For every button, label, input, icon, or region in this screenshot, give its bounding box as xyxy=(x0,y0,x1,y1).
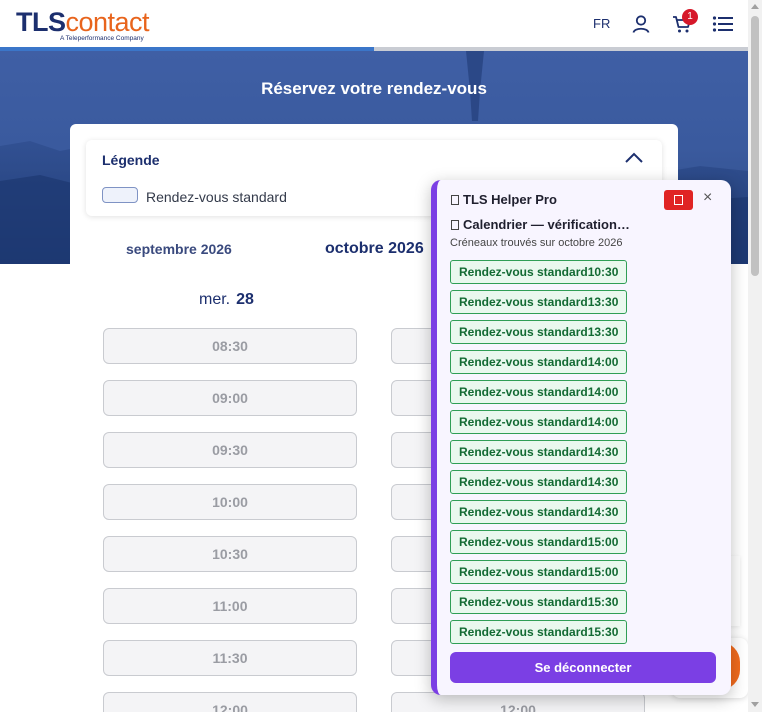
menu-list-icon[interactable] xyxy=(711,12,735,36)
found-slot[interactable]: Rendez-vous standard14:00 xyxy=(450,350,628,374)
found-slot[interactable]: Rendez-vous standard15:00 xyxy=(450,560,628,584)
day-name: mer. xyxy=(199,291,231,308)
placeholder-glyph-icon xyxy=(451,195,459,205)
time-slot[interactable]: 08:30 xyxy=(103,328,357,364)
found-slot[interactable]: Rendez-vous standard14:30 xyxy=(450,440,628,464)
legend-title: Légende xyxy=(102,152,160,168)
close-icon[interactable]: × xyxy=(703,189,712,207)
found-slot[interactable]: Rendez-vous standard15:00 xyxy=(450,530,628,554)
stop-button[interactable] xyxy=(664,190,693,210)
page-scrollbar[interactable] xyxy=(748,0,762,712)
placeholder-glyph-icon xyxy=(451,220,459,230)
found-slot[interactable]: Rendez-vous standard13:30 xyxy=(450,320,628,344)
found-slot[interactable]: Rendez-vous standard10:30 xyxy=(450,260,628,284)
time-slot[interactable]: 11:30 xyxy=(103,640,357,676)
site-header: TLScontact A Teleperformance Company FR … xyxy=(0,0,748,48)
time-slot[interactable]: 12:00 xyxy=(103,692,357,712)
found-slot[interactable]: Rendez-vous standard14:30 xyxy=(450,470,628,494)
user-icon[interactable] xyxy=(629,12,653,36)
found-slot[interactable]: Rendez-vous standard14:30 xyxy=(450,500,628,524)
found-slot[interactable]: Rendez-vous standard13:30 xyxy=(450,290,628,314)
day-header: mer. 28 xyxy=(199,291,254,309)
tlscontact-logo[interactable]: TLScontact A Teleperformance Company xyxy=(16,7,150,42)
time-slot[interactable]: 10:30 xyxy=(103,536,357,572)
logo-subtitle: A Teleperformance Company xyxy=(60,35,144,42)
logout-button[interactable]: Se déconnecter xyxy=(450,652,716,683)
legend-standard-swatch xyxy=(102,187,138,203)
helper-title: TLS Helper Pro xyxy=(451,192,557,207)
time-slot[interactable]: 11:00 xyxy=(103,588,357,624)
scroll-down-arrow-icon[interactable] xyxy=(751,702,759,707)
legend-standard-label: Rendez-vous standard xyxy=(146,189,287,205)
chevron-up-icon[interactable] xyxy=(624,151,644,170)
logo-contact-text: contact xyxy=(65,7,150,37)
day-number: 28 xyxy=(236,291,254,308)
found-slot[interactable]: Rendez-vous standard15:30 xyxy=(450,590,628,614)
scroll-up-arrow-icon[interactable] xyxy=(751,4,759,9)
logo-tls-text: TLS xyxy=(16,7,66,37)
found-slot[interactable]: Rendez-vous standard15:30 xyxy=(450,620,628,644)
cart-count-badge: 1 xyxy=(682,9,698,25)
time-slot[interactable]: 09:30 xyxy=(103,432,357,468)
prev-month-tab[interactable]: septembre 2026 xyxy=(126,241,232,257)
language-selector[interactable]: FR xyxy=(593,16,610,31)
time-slot[interactable]: 10:00 xyxy=(103,484,357,520)
tls-helper-panel: TLS Helper Pro × Calendrier — vérificati… xyxy=(431,180,731,695)
time-slot-col2[interactable]: 12:00 xyxy=(391,692,645,712)
found-slot[interactable]: Rendez-vous standard14:00 xyxy=(450,410,628,434)
stop-icon xyxy=(674,195,683,205)
found-slot[interactable]: Rendez-vous standard14:00 xyxy=(450,380,628,404)
scrollbar-thumb[interactable] xyxy=(751,16,759,276)
helper-note: Créneaux trouvés sur octobre 2026 xyxy=(450,237,623,249)
helper-status: Calendrier — vérification… xyxy=(451,217,630,232)
page-title: Réservez votre rendez-vous xyxy=(261,79,487,98)
current-month-tab[interactable]: octobre 2026 xyxy=(325,240,424,258)
time-slot[interactable]: 09:00 xyxy=(103,380,357,416)
